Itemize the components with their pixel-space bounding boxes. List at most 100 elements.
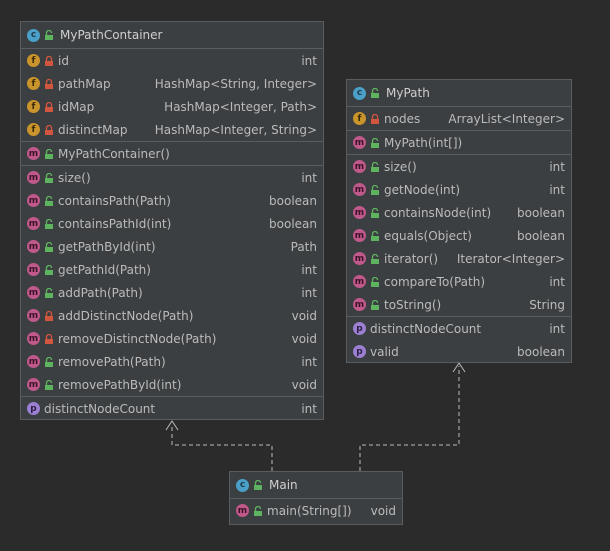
member-type: int <box>301 170 317 185</box>
public-unlock-icon <box>370 253 380 264</box>
class-box-mypathcontainer[interactable]: c MyPathContainer f id int f pathMap HashMap<St… <box>20 21 324 420</box>
method-row[interactable]: m MyPath(int[]) <box>347 130 571 154</box>
method-row[interactable]: m removePathById(int) void <box>21 373 323 396</box>
member-type: boolean <box>517 205 565 220</box>
public-unlock-icon <box>370 207 380 218</box>
class-header[interactable]: c MyPathContainer <box>21 22 323 49</box>
method-row[interactable]: m getPathId(Path) int <box>21 258 323 281</box>
method-icon: m <box>27 332 40 345</box>
public-unlock-icon <box>44 172 54 183</box>
private-lock-icon <box>44 333 54 344</box>
property-row[interactable]: p distinctNodeCount int <box>21 396 323 420</box>
method-name: MyPathContainer() <box>58 146 170 161</box>
method-icon: m <box>27 355 40 368</box>
method-icon: m <box>353 275 366 288</box>
class-box-main[interactable]: c Main m main(String[]) void <box>229 471 403 525</box>
method-row[interactable]: m getNode(int) int <box>347 178 571 201</box>
class-icon: c <box>353 86 366 100</box>
private-lock-icon <box>44 101 54 112</box>
public-unlock-icon <box>44 30 54 40</box>
method-icon: m <box>27 378 40 391</box>
public-unlock-icon <box>44 356 54 367</box>
method-row[interactable]: m containsPathId(int) boolean <box>21 212 323 235</box>
public-unlock-icon <box>253 480 263 490</box>
member-type: int <box>301 401 317 416</box>
method-name: getPathId(Path) <box>58 262 151 277</box>
field-row[interactable]: f idMap HashMap<Integer, Path> <box>21 95 323 118</box>
method-row[interactable]: m removeDistinctNode(Path) void <box>21 327 323 350</box>
method-icon: m <box>27 194 40 207</box>
public-unlock-icon <box>370 161 380 172</box>
private-lock-icon <box>44 310 54 321</box>
dependency-line-main-to-container <box>171 424 273 471</box>
method-row[interactable]: m toString() String <box>347 293 571 316</box>
method-name: containsPath(Path) <box>58 193 171 208</box>
field-row[interactable]: f nodes ArrayList<Integer> <box>347 107 571 130</box>
public-unlock-icon <box>370 137 380 148</box>
method-name: removeDistinctNode(Path) <box>58 331 217 346</box>
method-icon: m <box>353 298 366 311</box>
member-type: void <box>291 377 317 392</box>
method-row[interactable]: m main(String[]) void <box>230 499 402 522</box>
method-row[interactable]: m addPath(Path) int <box>21 281 323 304</box>
field-name: id <box>58 53 69 68</box>
method-name: getPathById(int) <box>58 239 156 254</box>
method-icon: m <box>353 206 366 219</box>
method-name: removePathById(int) <box>58 377 182 392</box>
method-row[interactable]: m containsPath(Path) boolean <box>21 189 323 212</box>
method-name: compareTo(Path) <box>384 274 486 289</box>
method-icon: m <box>353 252 366 265</box>
public-unlock-icon <box>44 379 54 390</box>
property-name: distinctNodeCount <box>44 401 156 416</box>
member-type: void <box>370 503 396 518</box>
field-row[interactable]: f distinctMap HashMap<Integer, String> <box>21 118 323 141</box>
method-row[interactable]: m size() int <box>347 154 571 178</box>
method-row[interactable]: m addDistinctNode(Path) void <box>21 304 323 327</box>
class-header[interactable]: c Main <box>230 472 402 499</box>
member-type: int <box>549 182 565 197</box>
member-type: Iterator<Integer> <box>456 251 565 266</box>
member-type: HashMap<Integer, Path> <box>164 99 317 114</box>
property-row[interactable]: p valid boolean <box>347 340 571 363</box>
field-icon: f <box>27 54 40 67</box>
member-type: int <box>549 159 565 174</box>
method-row[interactable]: m compareTo(Path) int <box>347 270 571 293</box>
method-icon: m <box>236 504 249 517</box>
method-row[interactable]: m getPathById(int) Path <box>21 235 323 258</box>
member-type: boolean <box>517 344 565 359</box>
method-name: toString() <box>384 297 442 312</box>
public-unlock-icon <box>370 184 380 195</box>
class-name: Main <box>269 478 298 492</box>
field-row[interactable]: f id int <box>21 49 323 72</box>
member-type: Path <box>290 239 317 254</box>
method-row[interactable]: m MyPathContainer() <box>21 141 323 165</box>
member-type: int <box>301 285 317 300</box>
public-unlock-icon <box>44 241 54 252</box>
method-icon: m <box>353 136 366 149</box>
method-row[interactable]: m iterator() Iterator<Integer> <box>347 247 571 270</box>
public-unlock-icon <box>44 148 54 159</box>
method-row[interactable]: m removePath(Path) int <box>21 350 323 373</box>
class-box-mypath[interactable]: c MyPath f nodes ArrayList<Integer> m MyPath(i… <box>346 79 572 363</box>
member-type: void <box>291 331 317 346</box>
method-name: size() <box>58 170 91 185</box>
method-row[interactable]: m equals(Object) boolean <box>347 224 571 247</box>
class-name: MyPath <box>386 86 430 100</box>
member-type: ArrayList<Integer> <box>448 111 565 126</box>
method-icon: m <box>353 229 366 242</box>
method-row[interactable]: m containsNode(int) boolean <box>347 201 571 224</box>
method-icon: m <box>27 171 40 184</box>
public-unlock-icon <box>44 264 54 275</box>
method-name: main(String[]) <box>267 503 352 518</box>
class-header[interactable]: c MyPath <box>347 80 571 107</box>
class-name: MyPathContainer <box>60 28 163 42</box>
field-row[interactable]: f pathMap HashMap<String, Integer> <box>21 72 323 95</box>
property-row[interactable]: p distinctNodeCount int <box>347 316 571 340</box>
method-name: iterator() <box>384 251 439 266</box>
public-unlock-icon <box>370 88 380 98</box>
public-unlock-icon <box>370 230 380 241</box>
method-name: MyPath(int[]) <box>384 135 463 150</box>
method-icon: m <box>353 183 366 196</box>
method-row[interactable]: m size() int <box>21 165 323 189</box>
method-icon: m <box>27 263 40 276</box>
